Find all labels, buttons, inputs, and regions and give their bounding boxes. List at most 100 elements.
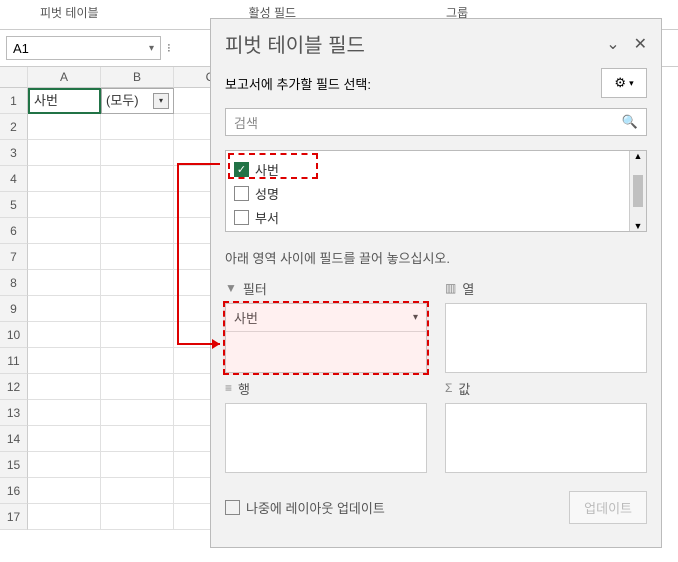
- row-header[interactable]: 2: [0, 114, 28, 140]
- cell[interactable]: [101, 296, 174, 322]
- row-header[interactable]: 9: [0, 296, 28, 322]
- row-header[interactable]: 8: [0, 270, 28, 296]
- fx-icon[interactable]: ⁝: [167, 41, 171, 55]
- filter-field-pill[interactable]: 사번 ▾: [226, 304, 426, 332]
- row-header[interactable]: 1: [0, 88, 28, 114]
- chevron-down-icon[interactable]: ⌄: [606, 34, 619, 54]
- cell[interactable]: [28, 322, 101, 348]
- select-all-corner[interactable]: [0, 67, 28, 88]
- filters-area-label: ▼ 필터: [225, 277, 427, 299]
- row-header[interactable]: 4: [0, 166, 28, 192]
- cell[interactable]: [101, 478, 174, 504]
- field-item[interactable]: 부서: [234, 205, 638, 229]
- row-header[interactable]: 10: [0, 322, 28, 348]
- cell[interactable]: [101, 452, 174, 478]
- checkbox-icon: [234, 210, 249, 225]
- cell[interactable]: [28, 348, 101, 374]
- cell[interactable]: [101, 244, 174, 270]
- search-placeholder: 검색: [234, 113, 258, 132]
- cell[interactable]: [28, 478, 101, 504]
- cell[interactable]: [101, 218, 174, 244]
- cell[interactable]: [28, 270, 101, 296]
- cell[interactable]: [28, 400, 101, 426]
- cell[interactable]: [101, 374, 174, 400]
- col-header-b[interactable]: B: [101, 67, 174, 88]
- field-search-input[interactable]: 검색 🔍: [225, 108, 647, 136]
- cell[interactable]: [101, 504, 174, 530]
- columns-area-label: ▥ 열: [445, 277, 647, 299]
- col-header-a[interactable]: A: [28, 67, 101, 88]
- field-item[interactable]: 성명: [234, 181, 638, 205]
- cell[interactable]: [28, 296, 101, 322]
- name-box-value: A1: [13, 41, 29, 56]
- sigma-icon: Σ: [445, 381, 452, 395]
- scroll-down-icon[interactable]: ▼: [630, 221, 646, 231]
- search-icon: 🔍: [622, 114, 638, 130]
- row-header[interactable]: 17: [0, 504, 28, 530]
- chevron-down-icon: ▾: [629, 78, 634, 89]
- cell[interactable]: [28, 192, 101, 218]
- checkbox-icon: [234, 186, 249, 201]
- cell[interactable]: [101, 166, 174, 192]
- cell[interactable]: [101, 348, 174, 374]
- name-box[interactable]: A1 ▾: [6, 36, 161, 60]
- chevron-down-icon: ▾: [149, 43, 154, 54]
- field-list-options-button[interactable]: ⚙ ▾: [601, 68, 647, 98]
- scrollbar[interactable]: ▲ ▼: [629, 151, 646, 231]
- field-label: 부서: [255, 208, 279, 227]
- filter-dropdown-button[interactable]: ▾: [153, 93, 169, 109]
- cell[interactable]: [28, 166, 101, 192]
- cell[interactable]: [101, 270, 174, 296]
- rows-drop-area[interactable]: [225, 403, 427, 473]
- cell[interactable]: (모두)▾: [101, 88, 174, 114]
- filter-icon: ▼: [225, 281, 237, 295]
- cell[interactable]: [28, 426, 101, 452]
- scroll-thumb[interactable]: [633, 175, 643, 207]
- cell[interactable]: [28, 218, 101, 244]
- pane-title: 피벗 테이블 필드: [225, 29, 365, 58]
- cell[interactable]: 사번: [28, 88, 101, 114]
- field-list: ✓ 사번성명부서 ▲ ▼: [225, 150, 647, 232]
- cell[interactable]: [101, 322, 174, 348]
- cell[interactable]: [101, 400, 174, 426]
- gear-icon: ⚙: [614, 75, 626, 91]
- field-label: 성명: [255, 184, 279, 203]
- checkbox-icon: ✓: [234, 162, 249, 177]
- cell[interactable]: [28, 452, 101, 478]
- close-icon[interactable]: ✕: [634, 34, 647, 54]
- choose-fields-label: 보고서에 추가할 필드 선택:: [225, 74, 371, 93]
- row-header[interactable]: 7: [0, 244, 28, 270]
- row-header[interactable]: 5: [0, 192, 28, 218]
- row-header[interactable]: 15: [0, 452, 28, 478]
- row-header[interactable]: 3: [0, 140, 28, 166]
- values-area-label: Σ 값: [445, 377, 647, 399]
- field-label: 사번: [255, 160, 279, 179]
- pivot-field-pane: 피벗 테이블 필드 ⌄ ✕ 보고서에 추가할 필드 선택: ⚙ ▾ 검색 🔍 ✓…: [210, 18, 662, 548]
- row-header[interactable]: 13: [0, 400, 28, 426]
- cell[interactable]: [28, 114, 101, 140]
- rows-icon: ≡: [225, 381, 232, 395]
- cell[interactable]: [101, 114, 174, 140]
- cell[interactable]: [101, 192, 174, 218]
- update-button: 업데이트: [569, 491, 647, 524]
- field-item[interactable]: ✓ 사번: [234, 157, 638, 181]
- cell[interactable]: [28, 374, 101, 400]
- defer-layout-checkbox[interactable]: 나중에 레이아웃 업데이트: [225, 498, 385, 517]
- cell[interactable]: [28, 504, 101, 530]
- values-drop-area[interactable]: [445, 403, 647, 473]
- row-header[interactable]: 12: [0, 374, 28, 400]
- checkbox-icon: [225, 500, 240, 515]
- columns-drop-area[interactable]: [445, 303, 647, 373]
- row-header[interactable]: 14: [0, 426, 28, 452]
- ribbon-group-pivot: 피벗 테이블: [40, 4, 99, 21]
- row-header[interactable]: 11: [0, 348, 28, 374]
- cell[interactable]: [101, 140, 174, 166]
- row-header[interactable]: 16: [0, 478, 28, 504]
- row-header[interactable]: 6: [0, 218, 28, 244]
- cell[interactable]: [28, 244, 101, 270]
- cell[interactable]: [28, 140, 101, 166]
- filters-drop-area[interactable]: 사번 ▾: [225, 303, 427, 373]
- cell[interactable]: [101, 426, 174, 452]
- scroll-up-icon[interactable]: ▲: [630, 151, 646, 161]
- drag-instruction: 아래 영역 사이에 필드를 끌어 놓으십시오.: [225, 248, 647, 267]
